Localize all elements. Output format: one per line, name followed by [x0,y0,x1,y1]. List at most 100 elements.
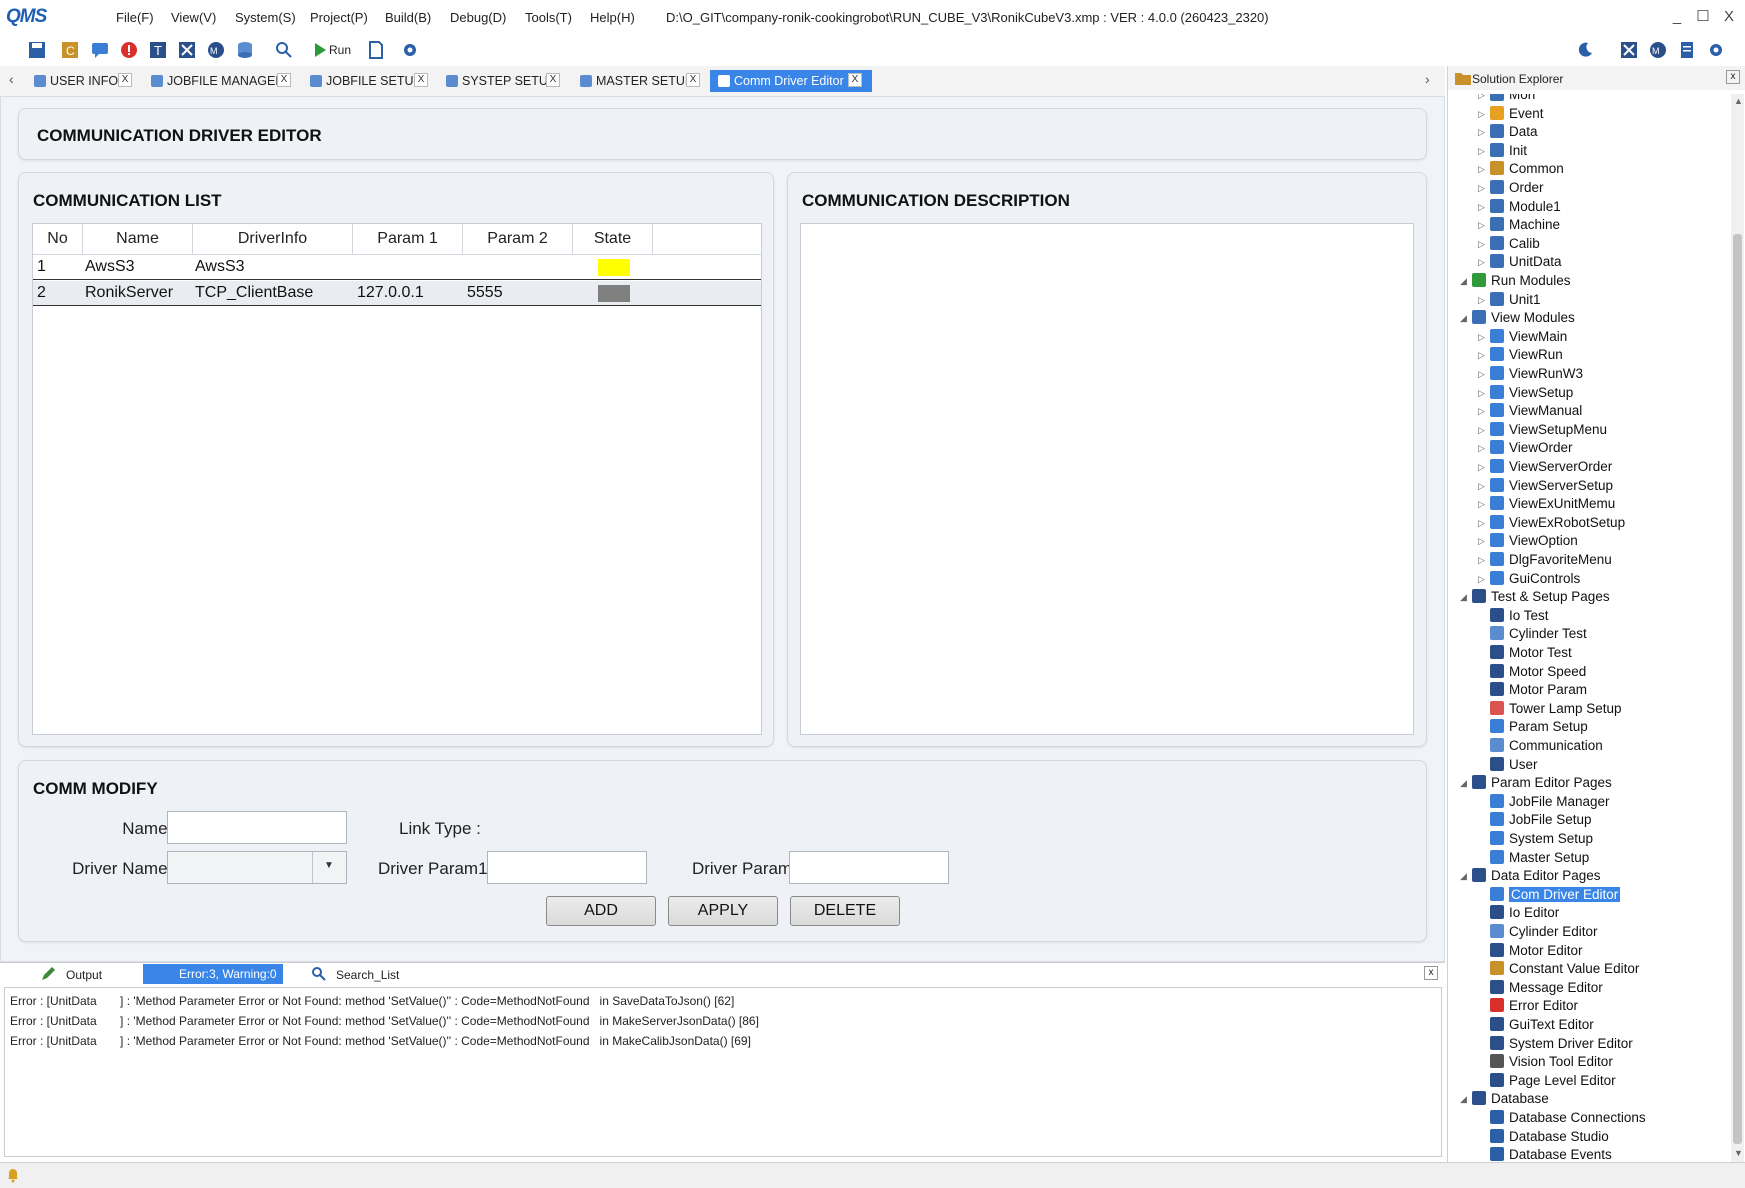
constant-icon[interactable]: C [60,40,80,60]
settings-gear-icon[interactable] [400,40,420,60]
tree-item-view-modules[interactable]: View Modules [1472,309,1575,327]
tab-jobfile-manager[interactable]: JOBFILE MANAGER X [151,70,291,92]
output-tab[interactable]: Output [66,968,102,982]
search-icon[interactable] [274,40,294,60]
expand-arrow-icon[interactable]: ▷ [1478,164,1485,175]
tree-item-viewmanual[interactable]: ViewManual [1490,402,1582,420]
tree-item-viewexrobotsetup[interactable]: ViewExRobotSetup [1490,514,1625,532]
expand-arrow-icon[interactable]: ▷ [1478,127,1485,138]
tab-close-button[interactable]: X [686,73,700,87]
close-window-button[interactable]: X [1716,4,1742,30]
tree-item-jobfile-setup[interactable]: JobFile Setup [1490,811,1592,829]
expand-arrow-icon[interactable]: ▷ [1478,350,1485,361]
text-icon[interactable]: T [148,40,168,60]
expand-arrow-icon[interactable]: ▷ [1478,220,1485,231]
column-header-driverinfo[interactable]: DriverInfo [193,224,353,254]
minimize-button[interactable]: _ [1664,4,1690,30]
tree-item-viewserversetup[interactable]: ViewServerSetup [1490,477,1613,495]
tabs-scroll-right-icon[interactable]: › [1425,71,1430,87]
tree-item-data[interactable]: Data [1490,123,1538,141]
tree-item-dlgfavoritemenu[interactable]: DlgFavoriteMenu [1490,551,1612,569]
expand-arrow-icon[interactable]: ▷ [1478,574,1485,585]
tree-item-vieworder[interactable]: ViewOrder [1490,439,1573,457]
document-icon[interactable] [366,40,386,60]
tree-item-message-editor[interactable]: Message Editor [1490,979,1603,997]
solution-close-button[interactable]: x [1726,70,1740,84]
expand-arrow-icon[interactable]: ▷ [1478,443,1485,454]
tree-item-calib[interactable]: Calib [1490,235,1540,253]
tree-item-motor-editor[interactable]: Motor Editor [1490,942,1583,960]
tree-item-viewmain[interactable]: ViewMain [1490,328,1567,346]
tree-item-vision-tool-editor[interactable]: Vision Tool Editor [1490,1053,1613,1071]
tree-item-viewsetup[interactable]: ViewSetup [1490,384,1573,402]
chevron-down-icon[interactable]: ▼ [324,860,334,871]
tree-item-viewserverorder[interactable]: ViewServerOrder [1490,458,1612,476]
tree-item-guitext-editor[interactable]: GuiText Editor [1490,1016,1594,1034]
motor-toolbar-icon[interactable]: M [1648,40,1668,60]
tree-item-cylinder-test[interactable]: Cylinder Test [1490,625,1587,643]
run-button-label[interactable]: Run [329,43,351,57]
run-icon[interactable] [310,40,330,60]
scroll-down-icon[interactable]: ▼ [1734,1148,1743,1158]
tab-close-button[interactable]: X [848,73,862,87]
add-button[interactable]: ADD [546,896,656,926]
tree-item-database-events[interactable]: Database Events [1490,1146,1612,1162]
tree-item-init[interactable]: Init [1490,142,1527,160]
expand-arrow-icon[interactable]: ▷ [1478,239,1485,250]
menu-build[interactable]: Build(B) [385,10,431,25]
tree-item-viewexunitmemu[interactable]: ViewExUnitMemu [1490,495,1615,513]
tree-item-data-editor-pages[interactable]: Data Editor Pages [1472,867,1601,885]
tree-item-io-test[interactable]: Io Test [1490,607,1549,625]
description-textarea[interactable] [800,223,1414,735]
collapse-arrow-icon[interactable]: ◢ [1460,276,1467,287]
tree-item-database-connections[interactable]: Database Connections [1490,1109,1646,1127]
tree-item-motor-param[interactable]: Motor Param [1490,681,1587,699]
tree-item-viewrun[interactable]: ViewRun [1490,346,1563,364]
expand-arrow-icon[interactable]: ▷ [1478,425,1485,436]
column-header-state[interactable]: State [573,224,653,254]
delete-button[interactable]: DELETE [790,896,900,926]
column-header-param1[interactable]: Param 1 [353,224,463,254]
tree-item-jobfile-manager[interactable]: JobFile Manager [1490,793,1610,811]
maximize-button[interactable]: ☐ [1690,4,1716,30]
tree-item-motor-speed[interactable]: Motor Speed [1490,663,1586,681]
moon-icon[interactable] [1575,40,1595,60]
motor-icon[interactable]: M [206,40,226,60]
expand-arrow-icon[interactable]: ▷ [1478,332,1485,343]
menu-view[interactable]: View(V) [171,10,216,25]
expand-arrow-icon[interactable]: ▷ [1478,202,1485,213]
tab-systep-setup[interactable]: SYSTEP SETUP X [446,70,566,92]
expand-arrow-icon[interactable]: ▷ [1478,146,1485,157]
column-header-name[interactable]: Name [83,224,193,254]
collapse-arrow-icon[interactable]: ◢ [1460,778,1467,789]
driver-gear-icon[interactable] [1706,40,1726,60]
tree-item-com-driver-editor[interactable]: Com Driver Editor [1490,886,1621,904]
scrollbar[interactable]: ▲ ▼ [1731,94,1744,1162]
tree-item-unit1[interactable]: Unit1 [1490,291,1541,309]
expand-arrow-icon[interactable]: ▷ [1478,406,1485,417]
page-icon[interactable] [1677,40,1697,60]
tab-close-button[interactable]: X [414,73,428,87]
tree-item-param-editor-pages[interactable]: Param Editor Pages [1472,774,1612,792]
tree-item-order[interactable]: Order [1490,179,1544,197]
tree-item-test-setup-pages[interactable]: Test & Setup Pages [1472,588,1610,606]
tree-item-page-level-editor[interactable]: Page Level Editor [1490,1072,1616,1090]
tree-item-viewsetupmenu[interactable]: ViewSetupMenu [1490,421,1607,439]
output-close-button[interactable]: x [1424,966,1438,980]
tree-item-run-modules[interactable]: Run Modules [1472,272,1571,290]
expand-arrow-icon[interactable]: ▷ [1478,295,1485,306]
expand-arrow-icon[interactable]: ▷ [1478,499,1485,510]
column-header-no[interactable]: No [33,224,83,254]
tab-close-button[interactable]: X [546,73,560,87]
menu-help[interactable]: Help(H) [590,10,635,25]
table-row[interactable]: 1 AwsS3 AwsS3 [33,255,761,280]
expand-arrow-icon[interactable]: ▷ [1478,109,1485,120]
expand-arrow-icon[interactable]: ▷ [1478,183,1485,194]
menu-file[interactable]: File(F) [116,10,154,25]
driver-param2-input[interactable] [789,851,949,884]
name-input[interactable] [167,811,347,844]
tree-item-communication[interactable]: Communication [1490,737,1603,755]
tree-item-machine[interactable]: Machine [1490,216,1560,234]
scroll-up-icon[interactable]: ▲ [1734,96,1743,106]
table-row[interactable]: 2 RonikServer TCP_ClientBase 127.0.0.1 5… [33,281,761,306]
